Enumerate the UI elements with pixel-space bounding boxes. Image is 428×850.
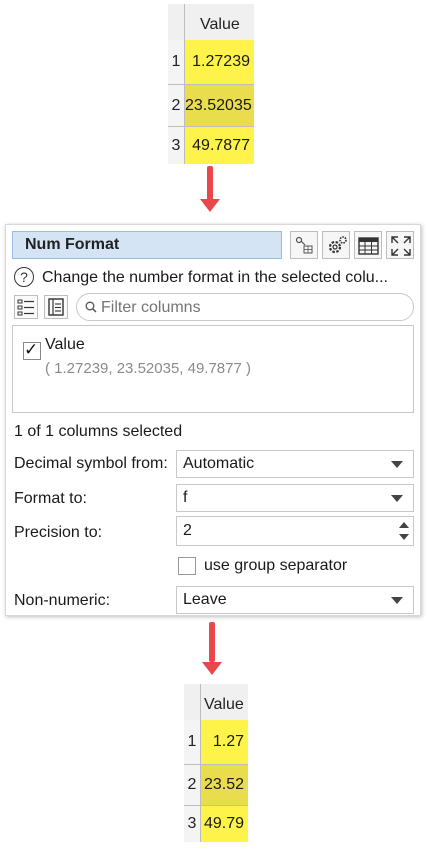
- list-icon: [48, 298, 64, 316]
- maximize-button[interactable]: [386, 231, 414, 259]
- row-number: 3: [184, 806, 200, 842]
- selection-status: 1 of 1 columns selected: [14, 423, 183, 440]
- row-number: 2: [184, 765, 200, 805]
- table-cell[interactable]: 23.52035: [185, 85, 254, 126]
- help-icon[interactable]: ?: [14, 267, 34, 287]
- table-cell[interactable]: 1.27: [201, 720, 248, 764]
- row-number: 2: [168, 85, 184, 126]
- panel-title[interactable]: Num Format: [12, 231, 282, 259]
- row-number: 3: [168, 127, 184, 164]
- check-icon: ✓: [24, 340, 39, 359]
- table-cell[interactable]: 49.7877: [185, 127, 254, 164]
- format-to-dropdown[interactable]: f: [176, 484, 414, 512]
- column-header-value[interactable]: Value: [200, 16, 240, 34]
- precision-label: Precision to:: [14, 524, 103, 541]
- table-cell[interactable]: 1.27239: [185, 40, 254, 84]
- chevron-down-icon: [391, 461, 403, 468]
- gear-icon: [328, 236, 347, 254]
- chevron-down-icon: [391, 495, 403, 502]
- format-to-label: Format to:: [14, 490, 87, 507]
- group-separator-label[interactable]: use group separator: [204, 557, 347, 575]
- row-number: 1: [168, 40, 184, 84]
- precision-spinbox[interactable]: 2: [176, 516, 414, 546]
- select-all-button[interactable]: [14, 295, 38, 319]
- group-separator-checkbox[interactable]: [178, 557, 196, 575]
- column-sample-values: ( 1.27239, 23.52035, 49.7877 ): [45, 360, 252, 377]
- decimal-symbol-dropdown[interactable]: Automatic: [176, 450, 414, 478]
- non-numeric-value: Leave: [183, 591, 227, 608]
- non-numeric-label: Non-numeric:: [14, 592, 111, 609]
- table-view-button[interactable]: [354, 231, 382, 259]
- filter-columns-field[interactable]: [76, 293, 414, 321]
- connect-icon: [295, 236, 313, 254]
- decimal-symbol-label: Decimal symbol from:: [14, 455, 168, 472]
- spin-down-icon[interactable]: [399, 534, 409, 540]
- expand-icon: [391, 236, 411, 256]
- output-table: Value 1 1.27 2 23.52 3 49.79: [184, 684, 248, 842]
- column-name[interactable]: Value: [45, 336, 85, 354]
- decimal-symbol-value: Automatic: [183, 455, 255, 472]
- input-table: Value 1 1.27239 2 23.52035 3 49.7877: [168, 4, 254, 164]
- row-number: 1: [184, 720, 200, 764]
- table-cell[interactable]: 49.79: [201, 806, 248, 842]
- precision-value: 2: [183, 522, 192, 539]
- connect-button[interactable]: [290, 231, 318, 259]
- list-view-button[interactable]: [44, 295, 68, 319]
- table-icon: [358, 237, 379, 255]
- format-to-value: f: [183, 489, 188, 506]
- down-arrow-icon: [202, 622, 222, 678]
- column-list: ✓ Value ( 1.27239, 23.52035, 49.7877 ): [12, 325, 414, 413]
- column-header-value[interactable]: Value: [204, 696, 244, 714]
- column-checkbox[interactable]: ✓: [23, 340, 41, 360]
- search-icon: [85, 301, 97, 313]
- help-text: Change the number format in the selected…: [42, 269, 388, 286]
- checklist-icon: [17, 299, 34, 316]
- table-cell[interactable]: 23.52: [201, 765, 248, 805]
- down-arrow-icon: [200, 166, 220, 214]
- num-format-panel: Num Format ? Change the number format in…: [5, 224, 421, 616]
- settings-button[interactable]: [322, 231, 350, 259]
- filter-columns-input[interactable]: [99, 297, 403, 319]
- spin-up-icon[interactable]: [399, 522, 409, 528]
- chevron-down-icon: [391, 597, 403, 604]
- non-numeric-dropdown[interactable]: Leave: [176, 586, 414, 614]
